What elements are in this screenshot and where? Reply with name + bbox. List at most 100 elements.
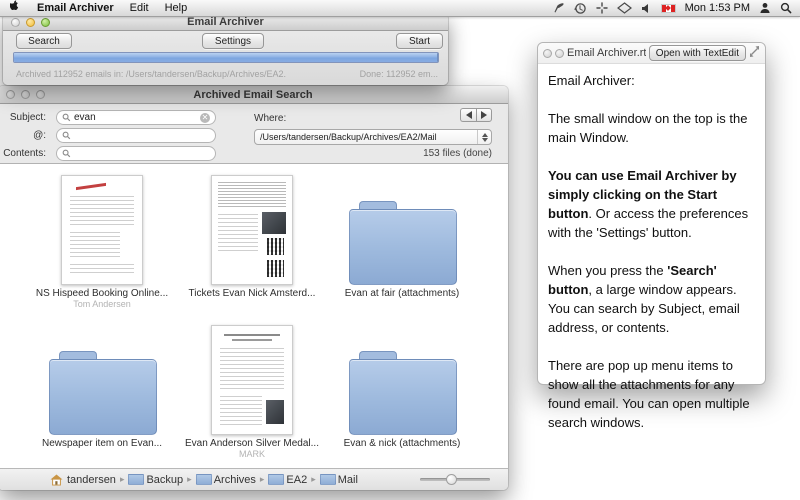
- path-item[interactable]: Mail: [320, 474, 358, 486]
- folder-icon: [330, 172, 474, 285]
- search-icon: [62, 131, 71, 140]
- paragraph: There are pop up menu items to show all …: [548, 356, 755, 432]
- path-separator: ▸: [120, 474, 125, 485]
- paragraph: You can use Email Archiver by simply cli…: [548, 166, 755, 242]
- where-dropdown[interactable]: /Users/tandersen/Backup/Archives/EA2/Mai…: [254, 129, 492, 145]
- path-label: Mail: [338, 474, 358, 486]
- zoom-button[interactable]: [36, 90, 45, 99]
- volume-icon[interactable]: [641, 3, 652, 14]
- expand-icon[interactable]: [749, 44, 760, 62]
- window-title: Email Archiver: [3, 16, 448, 28]
- path-item[interactable]: Archives: [196, 474, 256, 486]
- canada-flag-icon[interactable]: [661, 4, 676, 13]
- file-subtitle: [330, 299, 474, 309]
- file-name: Evan Anderson Silver Medal...: [180, 438, 324, 449]
- path-item-home[interactable]: tandersen: [50, 474, 116, 486]
- contents-search-field[interactable]: [56, 146, 216, 161]
- fan-icon[interactable]: [596, 2, 608, 14]
- file-subtitle: [330, 449, 474, 459]
- path-separator: ▸: [260, 474, 265, 485]
- path-label: Archives: [214, 474, 256, 486]
- minimize-button[interactable]: [21, 90, 30, 99]
- menu-app-name[interactable]: Email Archiver: [37, 2, 114, 14]
- file-item[interactable]: Evan & nick (attachments): [330, 322, 474, 459]
- search-title-bar[interactable]: Archived Email Search: [0, 86, 508, 104]
- paragraph: Email Archiver:: [548, 71, 755, 90]
- close-button[interactable]: [11, 18, 20, 27]
- archived-email-search-window: Archived Email Search Subject: evan ✕ @:…: [0, 86, 508, 490]
- where-label: Where:: [254, 113, 286, 124]
- slider-knob[interactable]: [446, 474, 457, 485]
- file-subtitle: [180, 299, 324, 309]
- document-thumbnail: [180, 172, 324, 285]
- back-icon: [466, 111, 472, 119]
- subject-value: evan: [74, 112, 197, 123]
- start-button[interactable]: Start: [396, 33, 443, 49]
- file-name: NS Hispeed Booking Online...: [30, 288, 174, 299]
- open-with-texteditor-button[interactable]: Open with TextEdit: [649, 45, 746, 61]
- fullscreen-button[interactable]: [555, 49, 564, 58]
- clear-icon[interactable]: ✕: [200, 113, 210, 123]
- file-item[interactable]: Evan Anderson Silver Medal... MARK: [180, 322, 324, 459]
- path-separator: ▸: [187, 474, 192, 485]
- path-separator: ▸: [311, 474, 316, 485]
- document-text: Email Archiver:The small window on the t…: [538, 64, 765, 432]
- file-name: Tickets Evan Nick Amsterd...: [180, 288, 324, 299]
- home-icon: [50, 474, 63, 486]
- path-item[interactable]: Backup: [128, 474, 183, 486]
- zoom-button[interactable]: [41, 18, 50, 27]
- search-button[interactable]: Search: [16, 33, 72, 49]
- settings-button[interactable]: Settings: [202, 33, 264, 49]
- path-label: Backup: [146, 474, 183, 486]
- document-thumbnail: [180, 322, 324, 435]
- folder-icon: [196, 474, 210, 485]
- search-icon: [62, 149, 71, 158]
- apple-menu-icon[interactable]: [10, 0, 21, 16]
- search-toolbar: Subject: evan ✕ @: Contents: Where: /Use…: [0, 104, 508, 164]
- files-count: 153 files (done): [423, 148, 492, 159]
- where-value: /Users/tandersen/Backup/Archives/EA2/Mai…: [260, 132, 477, 142]
- back-button[interactable]: [460, 108, 476, 122]
- window-title: Email Archiver.rtf: [567, 47, 646, 59]
- icon-size-slider[interactable]: [420, 474, 490, 484]
- file-item[interactable]: Tickets Evan Nick Amsterd...: [180, 172, 324, 309]
- file-subtitle: [30, 449, 174, 459]
- file-name: Evan at fair (attachments): [330, 288, 474, 299]
- menu-clock[interactable]: Mon 1:53 PM: [685, 2, 750, 14]
- time-machine-icon[interactable]: [574, 2, 587, 15]
- file-subtitle: MARK: [180, 449, 324, 459]
- file-item[interactable]: NS Hispeed Booking Online... Tom Anderse…: [30, 172, 174, 309]
- folder-icon: [330, 322, 474, 435]
- quicklook-window: Email Archiver.rtf Open with TextEdit Em…: [537, 42, 766, 385]
- user-icon[interactable]: [759, 2, 771, 14]
- path-item[interactable]: EA2: [268, 474, 307, 486]
- folder-icon: [128, 474, 142, 485]
- spotlight-icon[interactable]: [780, 2, 792, 14]
- folder-icon: [320, 474, 334, 485]
- file-name: Evan & nick (attachments): [330, 438, 474, 449]
- folder-icon: [268, 474, 282, 485]
- file-item[interactable]: Evan at fair (attachments): [330, 172, 474, 309]
- email-archiver-window: Email Archiver Search Settings Start Arc…: [3, 14, 448, 85]
- quicklook-title-bar[interactable]: Email Archiver.rtf Open with TextEdit: [538, 43, 765, 64]
- forward-button[interactable]: [476, 108, 492, 122]
- path-label: tandersen: [67, 474, 116, 486]
- menu-help[interactable]: Help: [165, 2, 188, 14]
- file-item[interactable]: Newspaper item on Evan...: [30, 322, 174, 459]
- address-label: @:: [0, 130, 46, 141]
- desktop: Email Archiver Edit Help Mon 1:53 PM: [0, 0, 800, 500]
- menu-edit[interactable]: Edit: [130, 2, 149, 14]
- subject-search-field[interactable]: evan ✕: [56, 110, 216, 125]
- popup-arrows-icon: [477, 130, 491, 144]
- progress-bar: [13, 52, 439, 63]
- close-button[interactable]: [6, 90, 15, 99]
- minimize-button[interactable]: [26, 18, 35, 27]
- address-search-field[interactable]: [56, 128, 216, 143]
- spaces-icon[interactable]: [617, 2, 632, 14]
- subject-label: Subject:: [0, 112, 46, 123]
- pen-icon[interactable]: [553, 2, 565, 14]
- window-title: Archived Email Search: [0, 89, 508, 101]
- close-button[interactable]: [543, 49, 552, 58]
- search-icon: [62, 113, 71, 122]
- progress-fill: [14, 53, 438, 62]
